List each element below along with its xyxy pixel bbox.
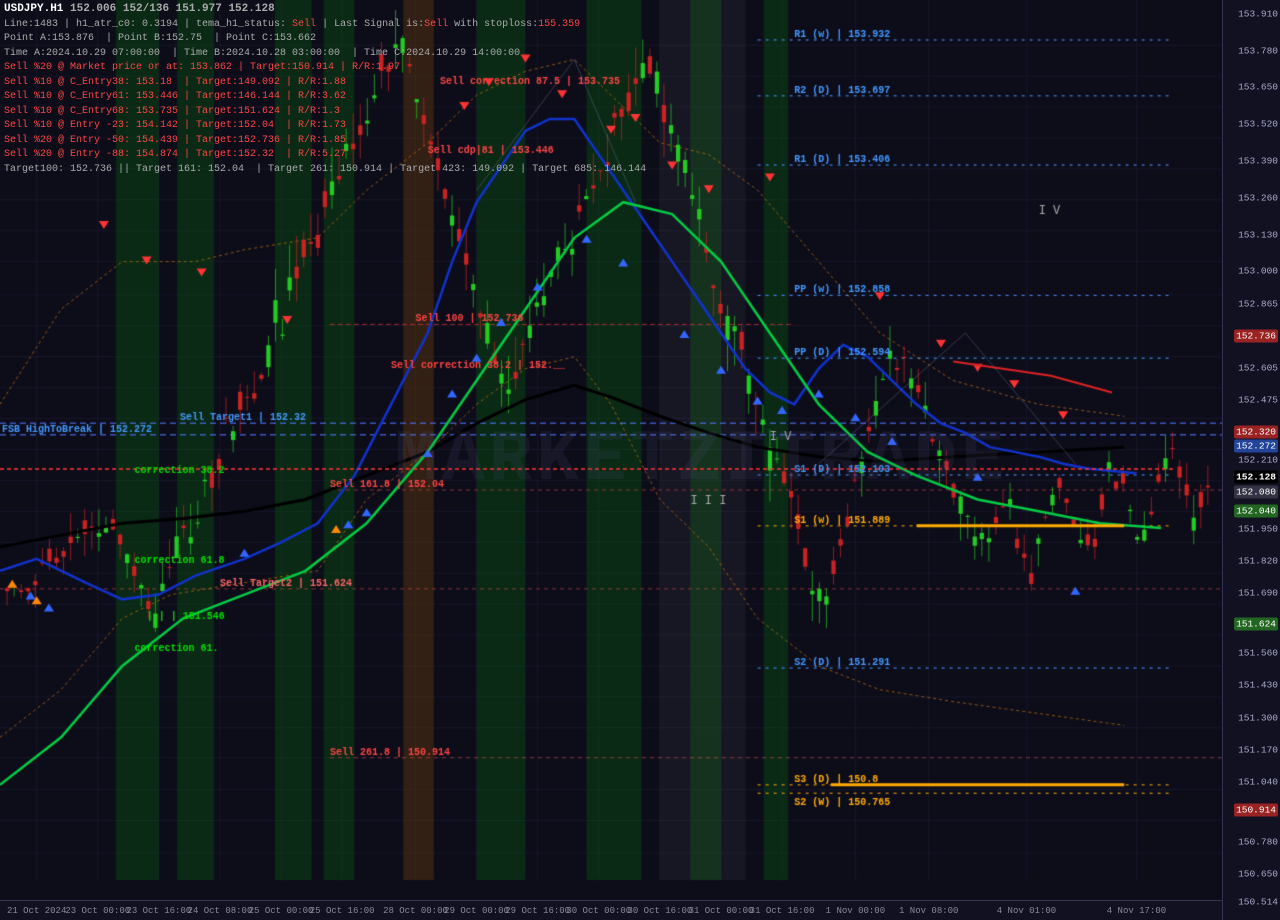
price-153910: 153.910: [1238, 8, 1278, 19]
price-151690: 151.690: [1238, 588, 1278, 599]
time-4nov17: 4 Nov 17:00: [1107, 906, 1166, 916]
price-scale: 153.910 153.780 153.650 153.520 153.390 …: [1222, 0, 1280, 920]
price-151170: 151.170: [1238, 744, 1278, 755]
time-25oct: 25 Oct 00:00: [249, 906, 314, 916]
time-scale: 21 Oct 2024 23 Oct 00:00 23 Oct 16:00 24…: [0, 900, 1222, 920]
price-152080: 152.080: [1234, 486, 1278, 499]
time-28oct: 28 Oct 00:00: [383, 906, 448, 916]
time-21oct: 21 Oct 2024: [7, 906, 66, 916]
price-151624: 151.624: [1234, 617, 1278, 630]
main-chart: [0, 0, 1222, 900]
time-25oct16: 25 Oct 16:00: [310, 906, 375, 916]
price-150780: 150.780: [1238, 836, 1278, 847]
time-1nov08: 1 Nov 08:00: [899, 906, 958, 916]
price-150514: 150.514: [1238, 896, 1278, 907]
price-153520: 153.520: [1238, 119, 1278, 130]
price-152320: 152.320: [1234, 426, 1278, 439]
chart-container: MARKETZITRADE USDJPY.H1 152.006 152/136 …: [0, 0, 1280, 920]
price-151040: 151.040: [1238, 777, 1278, 788]
time-30oct: 30 Oct 00:00: [566, 906, 631, 916]
price-152475: 152.475: [1238, 395, 1278, 406]
price-150914: 150.914: [1234, 803, 1278, 816]
time-23oct: 23 Oct 00:00: [65, 906, 130, 916]
price-152736: 152.736: [1234, 329, 1278, 342]
price-152605: 152.605: [1238, 363, 1278, 374]
price-152272: 152.272: [1234, 440, 1278, 453]
time-29oct16: 29 Oct 16:00: [505, 906, 570, 916]
price-151820: 151.820: [1238, 556, 1278, 567]
price-151950: 151.950: [1238, 524, 1278, 535]
price-152040: 152.040: [1234, 504, 1278, 517]
price-153130: 153.130: [1238, 229, 1278, 240]
time-31oct: 31 Oct 00:00: [689, 906, 754, 916]
price-current: 152.128: [1234, 470, 1278, 483]
price-152865: 152.865: [1238, 298, 1278, 309]
price-151430: 151.430: [1238, 680, 1278, 691]
price-153780: 153.780: [1238, 45, 1278, 56]
time-31oct16: 31 Oct 16:00: [750, 906, 815, 916]
price-152210: 152.210: [1238, 455, 1278, 466]
time-24oct: 24 Oct 08:00: [188, 906, 253, 916]
time-4nov01: 4 Nov 01:00: [997, 906, 1056, 916]
price-153000: 153.000: [1238, 266, 1278, 277]
price-150650: 150.650: [1238, 869, 1278, 880]
price-153260: 153.260: [1238, 192, 1278, 203]
price-153390: 153.390: [1238, 156, 1278, 167]
time-23oct16: 23 Oct 16:00: [126, 906, 191, 916]
price-151560: 151.560: [1238, 648, 1278, 659]
time-29oct: 29 Oct 00:00: [444, 906, 509, 916]
price-153650: 153.650: [1238, 82, 1278, 93]
time-1nov: 1 Nov 00:00: [826, 906, 885, 916]
price-151300: 151.300: [1238, 712, 1278, 723]
time-30oct16: 30 Oct 16:00: [627, 906, 692, 916]
